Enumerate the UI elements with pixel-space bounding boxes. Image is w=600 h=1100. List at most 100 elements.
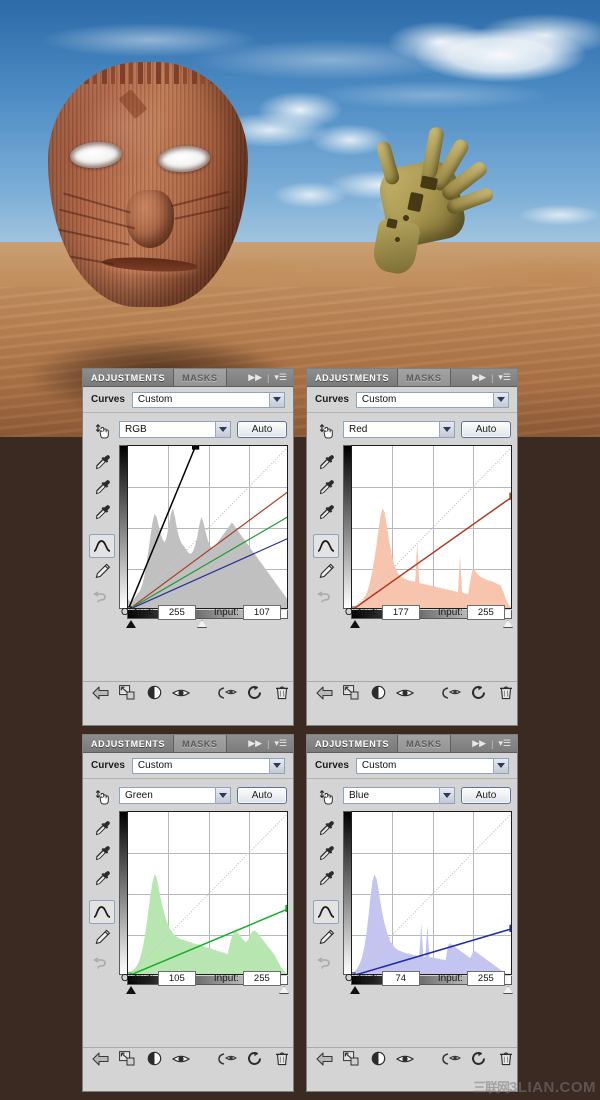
chevron-down-icon[interactable] xyxy=(439,787,454,803)
output-value-field[interactable]: 177 xyxy=(381,605,420,620)
curve-control-point[interactable] xyxy=(191,446,200,450)
panel-menu-icon[interactable]: ▾☰ xyxy=(274,372,287,383)
auto-button[interactable]: Auto xyxy=(237,786,287,804)
delete-adjustment-layer-button[interactable] xyxy=(270,1049,293,1069)
view-previous-state-button[interactable] xyxy=(216,683,239,703)
chevron-down-icon[interactable] xyxy=(493,758,508,773)
black-point-slider[interactable] xyxy=(350,620,360,628)
curves-graph[interactable] xyxy=(127,445,288,609)
pencil-draw-curve-tool-icon[interactable] xyxy=(313,925,339,949)
white-point-slider[interactable] xyxy=(279,986,289,994)
curve-point-tool-icon[interactable] xyxy=(313,534,339,558)
chevron-down-icon[interactable] xyxy=(493,392,508,407)
white-point-eyedropper-icon[interactable] xyxy=(89,500,115,524)
curve-control-point[interactable] xyxy=(509,492,512,500)
preview-previous-state-button[interactable] xyxy=(367,1049,390,1069)
input-value-field[interactable]: 107 xyxy=(242,605,281,620)
channel-select[interactable]: Red xyxy=(343,420,455,438)
tab-masks[interactable]: MASKS xyxy=(398,735,451,752)
toggle-layer-visibility-button[interactable] xyxy=(394,1049,417,1069)
curve-point-tool-icon[interactable] xyxy=(89,534,115,558)
auto-button[interactable]: Auto xyxy=(237,420,287,438)
reset-adjustment-button[interactable] xyxy=(243,1049,266,1069)
preview-previous-state-button[interactable] xyxy=(143,683,166,703)
preview-previous-state-button[interactable] xyxy=(367,683,390,703)
input-value-field[interactable]: 255 xyxy=(466,605,505,620)
curves-graph[interactable] xyxy=(127,811,288,975)
curves-preset-select[interactable]: Custom xyxy=(131,757,285,774)
white-point-slider[interactable] xyxy=(197,620,207,628)
gray-point-eyedropper-icon[interactable] xyxy=(313,475,339,499)
curve-point-tool-icon[interactable] xyxy=(313,900,339,924)
output-value-field[interactable]: 255 xyxy=(157,605,196,620)
toggle-layer-visibility-button[interactable] xyxy=(170,683,193,703)
tab-masks[interactable]: MASKS xyxy=(398,369,451,386)
double-chevron-right-icon[interactable]: ▶▶ xyxy=(248,738,262,749)
curves-graph[interactable] xyxy=(351,445,512,609)
chevron-down-icon[interactable] xyxy=(269,392,284,407)
curves-graph[interactable] xyxy=(351,811,512,975)
chevron-down-icon[interactable] xyxy=(215,421,230,437)
black-point-slider[interactable] xyxy=(350,986,360,994)
reset-adjustment-button[interactable] xyxy=(243,683,266,703)
return-to-adjustment-list-button[interactable] xyxy=(313,1049,336,1069)
adjustments-panel-green[interactable]: ADJUSTMENTS MASKS ▶▶ | ▾☰ Curves Custom … xyxy=(82,734,294,1092)
gray-point-eyedropper-icon[interactable] xyxy=(89,475,115,499)
channel-select[interactable]: Green xyxy=(119,786,231,804)
input-value-field[interactable]: 255 xyxy=(242,971,281,986)
clip-to-layer-button[interactable] xyxy=(116,683,139,703)
tab-adjustments[interactable]: ADJUSTMENTS xyxy=(83,735,175,752)
panel-menu-icon[interactable]: ▾☰ xyxy=(498,372,511,383)
curves-preset-select[interactable]: Custom xyxy=(355,757,509,774)
white-point-eyedropper-icon[interactable] xyxy=(89,866,115,890)
adjustments-panel-red[interactable]: ADJUSTMENTS MASKS ▶▶ | ▾☰ Curves Custom … xyxy=(306,368,518,726)
output-value-field[interactable]: 74 xyxy=(381,971,420,986)
smooth-curve-icon[interactable] xyxy=(89,951,115,975)
input-value-field[interactable]: 255 xyxy=(466,971,505,986)
chevron-down-icon[interactable] xyxy=(269,758,284,773)
white-point-eyedropper-icon[interactable] xyxy=(313,500,339,524)
delete-adjustment-layer-button[interactable] xyxy=(270,683,293,703)
tab-masks[interactable]: MASKS xyxy=(174,735,227,752)
clip-to-layer-button[interactable] xyxy=(340,1049,363,1069)
auto-button[interactable]: Auto xyxy=(461,786,511,804)
toggle-layer-visibility-button[interactable] xyxy=(170,1049,193,1069)
view-previous-state-button[interactable] xyxy=(440,683,463,703)
target-adjustment-tool-icon[interactable] xyxy=(89,786,115,810)
delete-adjustment-layer-button[interactable] xyxy=(494,683,517,703)
tab-masks[interactable]: MASKS xyxy=(174,369,227,386)
black-point-slider[interactable] xyxy=(126,620,136,628)
delete-adjustment-layer-button[interactable] xyxy=(494,1049,517,1069)
double-chevron-right-icon[interactable]: ▶▶ xyxy=(472,372,486,383)
curves-preset-select[interactable]: Custom xyxy=(131,391,285,408)
pencil-draw-curve-tool-icon[interactable] xyxy=(89,925,115,949)
gray-point-eyedropper-icon[interactable] xyxy=(313,841,339,865)
smooth-curve-icon[interactable] xyxy=(313,951,339,975)
panel-menu-icon[interactable]: ▾☰ xyxy=(498,738,511,749)
chevron-down-icon[interactable] xyxy=(215,787,230,803)
curve-point-tool-icon[interactable] xyxy=(89,900,115,924)
black-point-eyedropper-icon[interactable] xyxy=(313,816,339,840)
target-adjustment-tool-icon[interactable] xyxy=(89,420,115,444)
double-chevron-right-icon[interactable]: ▶▶ xyxy=(248,372,262,383)
smooth-curve-icon[interactable] xyxy=(313,585,339,609)
black-point-eyedropper-icon[interactable] xyxy=(89,450,115,474)
return-to-adjustment-list-button[interactable] xyxy=(89,683,112,703)
output-value-field[interactable]: 105 xyxy=(157,971,196,986)
clip-to-layer-button[interactable] xyxy=(116,1049,139,1069)
return-to-adjustment-list-button[interactable] xyxy=(313,683,336,703)
black-point-eyedropper-icon[interactable] xyxy=(89,816,115,840)
adjustments-panel-rgb[interactable]: ADJUSTMENTS MASKS ▶▶ | ▾☰ Curves Custom … xyxy=(82,368,294,726)
target-adjustment-tool-icon[interactable] xyxy=(313,786,339,810)
chevron-down-icon[interactable] xyxy=(439,421,454,437)
adjustments-panel-blue[interactable]: ADJUSTMENTS MASKS ▶▶ | ▾☰ Curves Custom … xyxy=(306,734,518,1092)
return-to-adjustment-list-button[interactable] xyxy=(89,1049,112,1069)
toggle-layer-visibility-button[interactable] xyxy=(394,683,417,703)
tab-adjustments[interactable]: ADJUSTMENTS xyxy=(83,369,175,386)
auto-button[interactable]: Auto xyxy=(461,420,511,438)
white-point-slider[interactable] xyxy=(503,986,513,994)
preview-previous-state-button[interactable] xyxy=(143,1049,166,1069)
white-point-slider[interactable] xyxy=(503,620,513,628)
channel-select[interactable]: RGB xyxy=(119,420,231,438)
pencil-draw-curve-tool-icon[interactable] xyxy=(313,559,339,583)
